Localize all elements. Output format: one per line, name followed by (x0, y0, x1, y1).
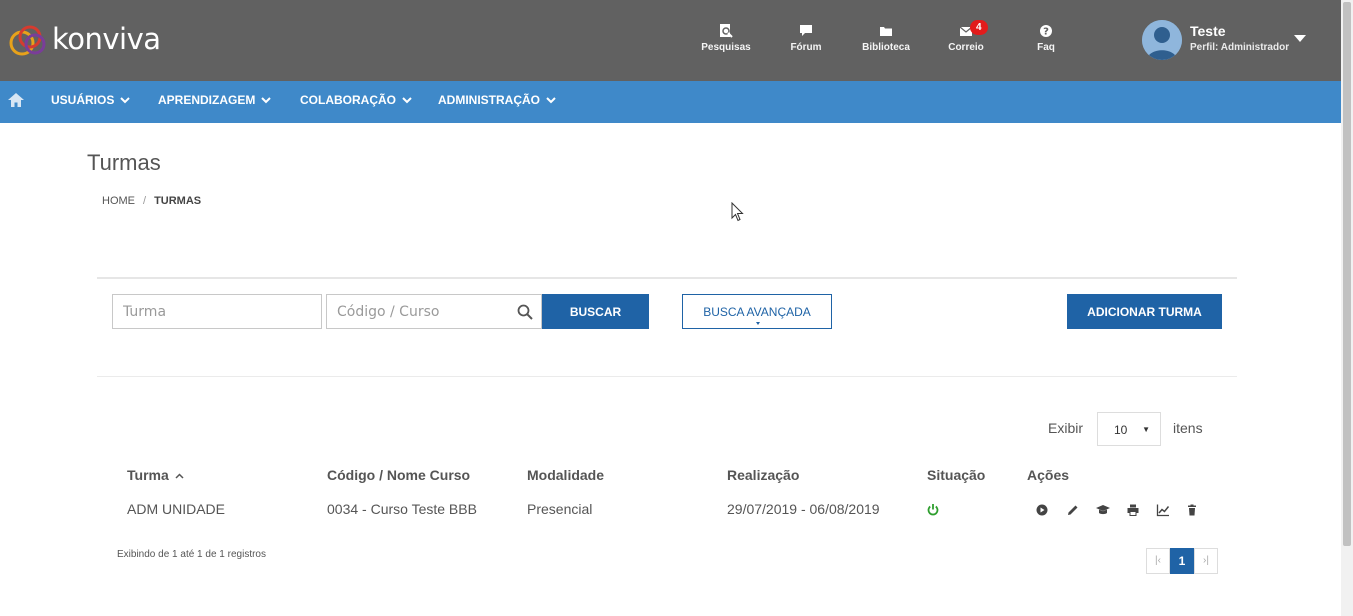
chevron-down-icon (261, 97, 272, 104)
top-header: konviva Pesquisas Fórum Biblioteca 4 Cor… (0, 0, 1341, 81)
breadcrumb: HOME / TURMAS (102, 195, 201, 207)
nav-biblioteca[interactable]: Biblioteca (856, 24, 916, 53)
avatar (1142, 20, 1182, 60)
page-size-value: 10 (1114, 423, 1128, 437)
chat-bubble-icon (800, 25, 812, 36)
column-header-realizacao[interactable]: Realização (727, 467, 799, 483)
nav-faq-label: Faq (1037, 42, 1055, 53)
busca-avancada-label: BUSCA AVANÇADA (703, 304, 811, 319)
column-header-turma[interactable]: Turma (127, 467, 184, 483)
cell-turma: ADM UNIDADE (127, 501, 226, 517)
power-status-icon[interactable] (927, 503, 939, 516)
user-role: Perfil: Administrador (1190, 42, 1290, 53)
play-icon[interactable] (1035, 503, 1049, 517)
print-icon[interactable] (1126, 503, 1140, 517)
pagination: |‹ 1 ›| (1146, 548, 1218, 574)
breadcrumb-current: TURMAS (154, 195, 202, 207)
nav-correio[interactable]: 4 Correio (936, 20, 996, 53)
pagination-last[interactable]: ›| (1194, 548, 1218, 574)
pagination-page-1[interactable]: 1 (1170, 548, 1194, 574)
nav-forum[interactable]: Fórum (776, 24, 836, 53)
cell-modalidade: Presencial (527, 501, 593, 517)
divider (97, 277, 1237, 279)
cell-realizacao: 29/07/2019 - 06/08/2019 (727, 501, 880, 517)
question-icon: ? (1040, 25, 1052, 38)
caret-down-icon[interactable] (1294, 35, 1306, 43)
menu-administracao[interactable]: ADMINISTRAÇÃO (438, 93, 556, 107)
menu-colaboracao[interactable]: COLABORAÇÃO (300, 93, 412, 107)
svg-text:?: ? (1043, 27, 1049, 38)
codigo-curso-input[interactable] (326, 294, 542, 329)
chevron-down-icon (120, 97, 131, 104)
column-header-situacao[interactable]: Situação (927, 467, 985, 483)
busca-avancada-button[interactable]: BUSCA AVANÇADA (682, 294, 832, 329)
nav-forum-label: Fórum (790, 42, 822, 53)
records-info: Exibindo de 1 até 1 de 1 registros (117, 549, 266, 560)
adicionar-turma-button[interactable]: ADICIONAR TURMA (1067, 294, 1222, 329)
nav-faq[interactable]: ? Faq (1016, 24, 1076, 53)
column-header-acoes: Ações (1027, 467, 1070, 483)
survey-icon (720, 24, 733, 38)
brand-name[interactable]: konviva (52, 22, 161, 56)
main-menu: USUÁRIOS APRENDIZAGEM COLABORAÇÃO ADMINI… (0, 81, 1341, 123)
itens-label: itens (1173, 420, 1203, 436)
column-header-turma-label: Turma (127, 467, 169, 483)
chevron-down-icon (546, 97, 556, 104)
scrollbar-thumb[interactable] (1343, 2, 1351, 546)
graduation-cap-icon[interactable] (1096, 503, 1110, 517)
user-menu[interactable]: Teste Perfil: Administrador (1142, 20, 1332, 60)
column-header-modalidade[interactable]: Modalidade (527, 467, 604, 483)
menu-usuarios[interactable]: USUÁRIOS (51, 93, 131, 107)
user-silhouette-icon (1142, 20, 1182, 60)
page-title: Turmas (87, 150, 161, 175)
breadcrumb-home[interactable]: HOME (102, 195, 135, 207)
mail-count-badge: 4 (970, 20, 988, 35)
search-icon[interactable] (517, 304, 533, 320)
nav-correio-label: Correio (948, 42, 984, 53)
menu-aprendizagem[interactable]: APRENDIZAGEM (158, 93, 272, 107)
select-arrow-icon: ▼ (1142, 425, 1150, 434)
cell-curso: 0034 - Curso Teste BBB (327, 501, 477, 517)
edit-pencil-icon[interactable] (1066, 503, 1080, 517)
nav-pesquisas-label: Pesquisas (701, 42, 751, 53)
page-scrollbar[interactable] (1341, 0, 1353, 616)
page-size-select[interactable]: 10 ▼ (1097, 412, 1161, 446)
column-header-curso[interactable]: Código / Nome Curso (327, 467, 470, 483)
nav-pesquisas[interactable]: Pesquisas (696, 24, 756, 53)
breadcrumb-separator: / (143, 195, 147, 207)
line-chart-icon[interactable] (1156, 503, 1170, 517)
menu-colaboracao-label: COLABORAÇÃO (300, 93, 396, 107)
user-name: Teste (1190, 23, 1226, 39)
divider (97, 376, 1237, 377)
chevron-down-icon (402, 97, 412, 104)
folder-icon (880, 27, 892, 36)
buscar-button[interactable]: BUSCAR (542, 294, 649, 329)
mouse-cursor-icon (731, 202, 744, 222)
menu-usuarios-label: USUÁRIOS (51, 93, 115, 107)
caret-down-icon (756, 322, 760, 325)
turma-input[interactable] (112, 294, 322, 329)
home-icon[interactable] (8, 93, 24, 107)
trash-icon[interactable] (1185, 503, 1199, 517)
exibir-label: Exibir (1048, 420, 1084, 436)
menu-administracao-label: ADMINISTRAÇÃO (438, 93, 540, 107)
pagination-first[interactable]: |‹ (1146, 548, 1170, 574)
sort-ascending-icon (175, 473, 184, 479)
menu-aprendizagem-label: APRENDIZAGEM (158, 93, 256, 107)
nav-biblioteca-label: Biblioteca (862, 42, 910, 53)
